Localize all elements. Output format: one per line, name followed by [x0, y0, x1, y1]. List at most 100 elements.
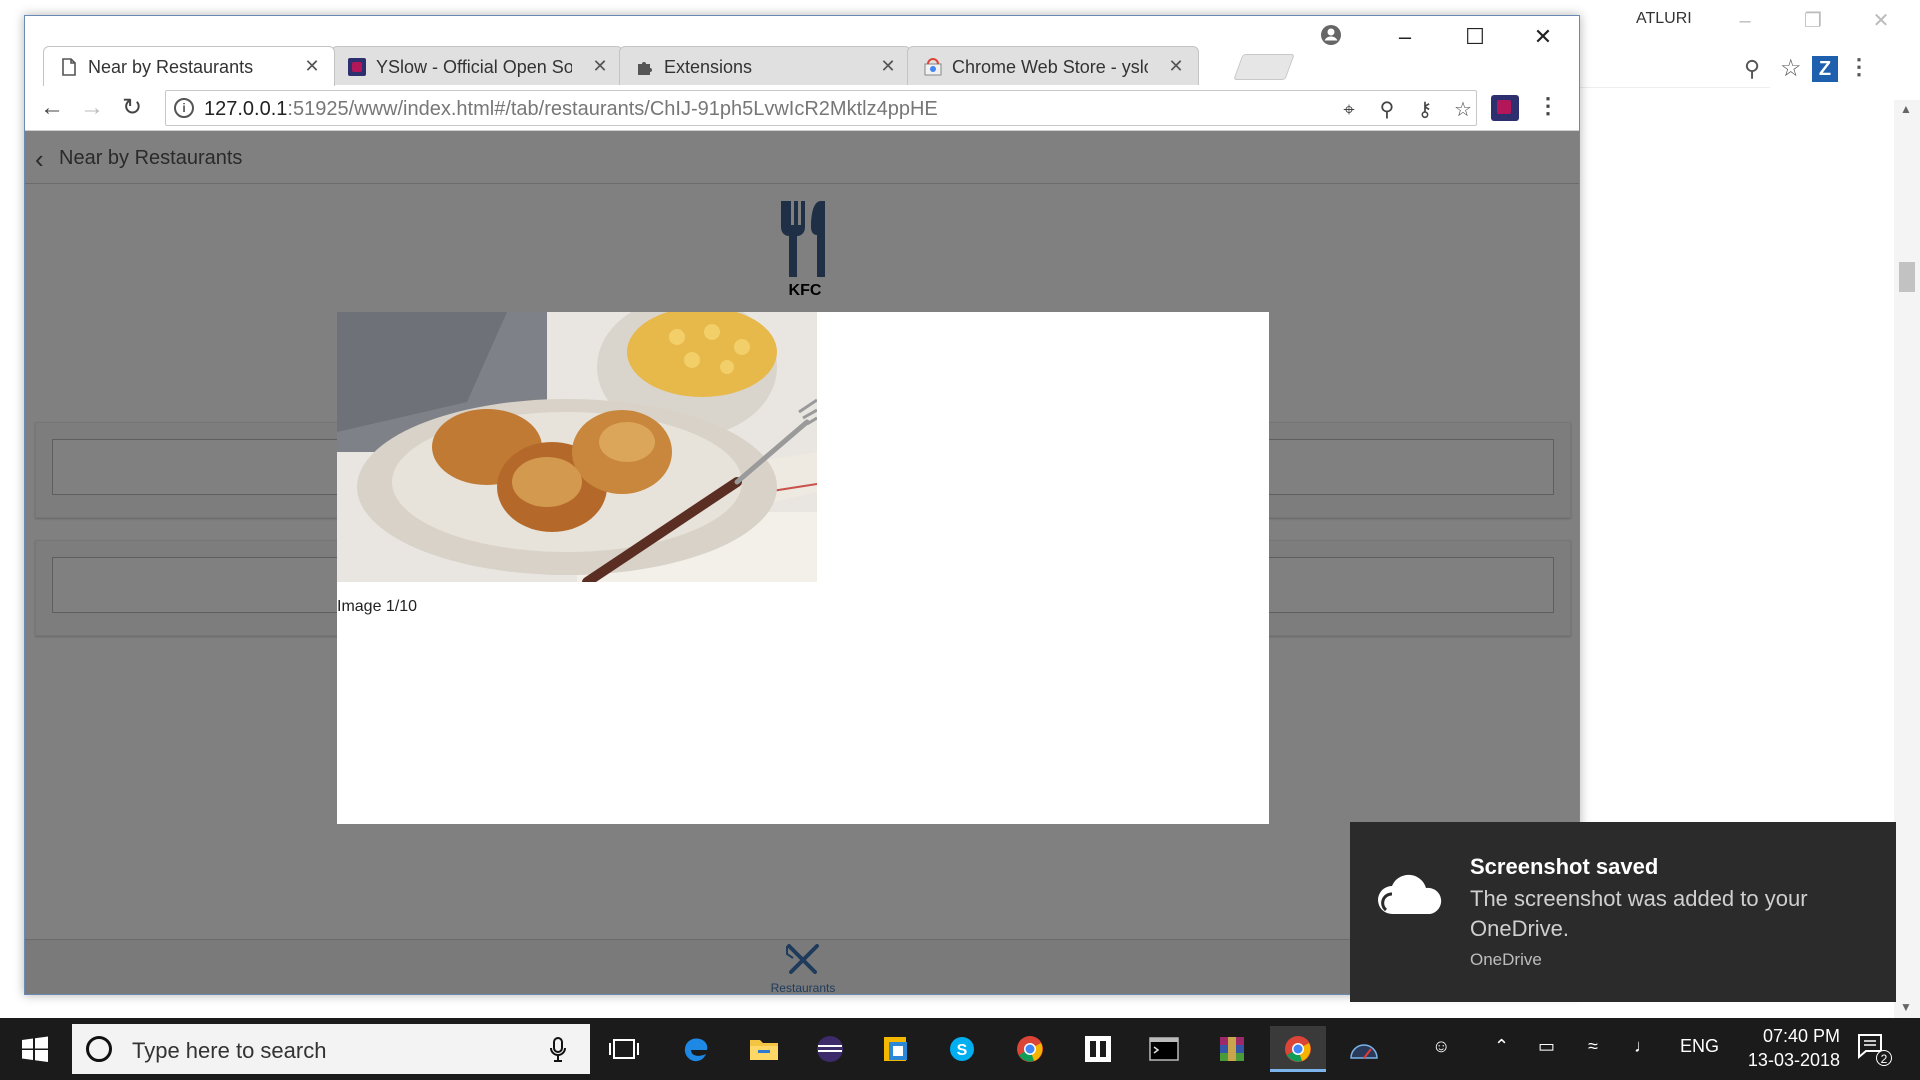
eclipse-icon[interactable] [802, 1026, 858, 1072]
chevron-left-icon[interactable]: ‹ [35, 144, 44, 175]
address-url[interactable]: 127.0.0.1:51925/www/index.html#/tab/rest… [204, 98, 938, 121]
webstore-icon [924, 58, 942, 76]
notification-toast[interactable]: Screenshot saved The screenshot was adde… [1350, 822, 1896, 1002]
clock-time: 07:40 PM [1762, 1026, 1840, 1046]
zoom-icon[interactable]: ⚲ [1744, 56, 1760, 82]
toast-message: The screenshot was added to your OneDriv… [1470, 886, 1808, 941]
address-bar[interactable]: i 127.0.0.1:51925/www/index.html#/tab/re… [165, 90, 1477, 126]
tab-yslow[interactable]: YSlow - Official Open Source ✕ [331, 46, 623, 86]
taskbar-search[interactable]: Type here to search [72, 1024, 590, 1074]
tab-title: Extensions [664, 57, 753, 77]
app-header: ‹ Near by Restaurants [25, 132, 1579, 184]
tab-label: Restaurants [770, 981, 836, 995]
wifi-icon[interactable]: ≈ [1588, 1036, 1598, 1057]
close-icon[interactable]: ✕ [590, 56, 610, 76]
star-icon[interactable]: ☆ [1780, 54, 1802, 83]
notification-count: 2 [1876, 1050, 1892, 1066]
browser-titlebar: Near by Restaurants ✕ YSlow - Official O… [25, 16, 1579, 86]
winrar-icon[interactable] [1204, 1026, 1260, 1072]
tab-extensions[interactable]: Extensions ✕ [619, 46, 911, 86]
windows-start-icon[interactable] [14, 1032, 54, 1066]
language-indicator[interactable]: ENG [1680, 1036, 1719, 1057]
remote-app-icon[interactable] [1070, 1026, 1126, 1072]
tab-title: YSlow - Official Open Source [376, 57, 572, 77]
command-prompt-icon[interactable] [1136, 1026, 1192, 1072]
tab-restaurants[interactable]: Restaurants [749, 944, 857, 994]
tab-bar: Restaurants [25, 939, 1579, 994]
fork-knife-cross-icon [786, 944, 819, 974]
browser-toolbar: ← → ↻ i 127.0.0.1:51925/www/index.html#/… [25, 85, 1579, 131]
task-view-icon[interactable] [596, 1026, 652, 1072]
key-icon[interactable]: ⚷ [1412, 97, 1438, 123]
zoom-out-icon[interactable]: ⚲ [1374, 97, 1400, 123]
menu-dots-icon[interactable]: ⋮ [1535, 93, 1561, 123]
scroll-down-icon[interactable]: ▼ [1900, 1000, 1912, 1014]
star-icon[interactable]: ☆ [1450, 97, 1476, 123]
menu-dots-icon[interactable]: ⋮ [1848, 54, 1870, 80]
chrome-active-icon[interactable] [1270, 1026, 1326, 1072]
file-explorer-icon[interactable] [736, 1026, 792, 1072]
maximize-icon[interactable]: ☐ [1455, 22, 1495, 52]
close-icon[interactable]: ✕ [878, 56, 898, 76]
close-icon[interactable]: ✕ [1166, 56, 1186, 76]
edge-icon[interactable] [668, 1026, 724, 1072]
tab-chrome-web-store[interactable]: Chrome Web Store - yslow ✕ [907, 46, 1199, 86]
background-user-name: ATLURI [1636, 10, 1692, 27]
background-scrollbar[interactable]: ▲ ▼ [1894, 100, 1920, 1018]
search-placeholder: Type here to search [132, 1038, 327, 1063]
skype-icon[interactable]: S [934, 1026, 990, 1072]
chrome-icon[interactable] [1002, 1026, 1058, 1072]
action-center-button[interactable]: 2 [1856, 1032, 1892, 1066]
sticky-app-icon[interactable] [868, 1026, 924, 1072]
forward-arrow-icon[interactable]: → [77, 93, 107, 123]
performance-gauge-icon[interactable] [1336, 1026, 1392, 1072]
toast-source: OneDrive [1470, 950, 1542, 969]
scroll-up-icon[interactable]: ▲ [1900, 102, 1912, 116]
new-tab-button[interactable] [1233, 54, 1295, 80]
page-title[interactable]: Near by Restaurants [59, 147, 242, 170]
tab-title: Chrome Web Store - yslow [952, 57, 1148, 77]
back-arrow-icon[interactable]: ← [37, 93, 67, 123]
restore-icon[interactable]: ❐ [1798, 6, 1828, 36]
image-modal: Image 1/10 [337, 312, 1269, 824]
minimize-icon[interactable]: – [1730, 6, 1760, 36]
tab-near-by-restaurants[interactable]: Near by Restaurants ✕ [43, 46, 335, 86]
background-omnibox[interactable] [1580, 52, 1770, 88]
toast-title: Screenshot saved [1470, 854, 1659, 879]
location-icon[interactable]: ⌖ [1336, 97, 1362, 123]
url-host: 127.0.0.1 [204, 98, 288, 120]
image-counter: Image 1/10 [337, 598, 418, 615]
chevron-up-icon[interactable]: ⌃ [1494, 1036, 1509, 1057]
cortana-icon[interactable] [86, 1036, 112, 1062]
system-clock[interactable]: 07:40 PM 13-03-2018 [1730, 1024, 1840, 1072]
yslow-extension-icon[interactable] [1491, 95, 1519, 121]
restaurant-name: KFC [788, 282, 822, 299]
close-icon[interactable]: ✕ [1866, 6, 1896, 36]
page-icon [60, 58, 78, 76]
info-icon[interactable]: i [174, 98, 194, 118]
cloud-icon [1378, 874, 1442, 914]
tab-title: Near by Restaurants [88, 57, 254, 77]
background-toolbar: ⚲ ☆ Z ⋮ [1580, 52, 1920, 88]
profile-icon[interactable] [1319, 24, 1343, 48]
tab-strip: Near by Restaurants ✕ YSlow - Official O… [43, 46, 1343, 86]
browser-window: Near by Restaurants ✕ YSlow - Official O… [24, 15, 1580, 995]
fork-knife-icon [781, 201, 825, 277]
reload-icon[interactable]: ↻ [117, 93, 147, 123]
url-path: :51925/www/index.html#/tab/restaurants/C… [287, 98, 938, 120]
z-extension-icon[interactable]: Z [1812, 56, 1838, 82]
battery-icon[interactable]: ▭ [1538, 1036, 1555, 1057]
scroll-thumb[interactable] [1899, 262, 1915, 292]
svg-text:S: S [957, 1042, 968, 1059]
yslow-icon [348, 58, 366, 76]
close-icon[interactable]: ✕ [302, 56, 322, 76]
microphone-icon[interactable] [548, 1036, 568, 1064]
minimize-icon[interactable]: – [1385, 22, 1425, 52]
close-icon[interactable]: ✕ [1523, 22, 1563, 52]
speaker-muted-icon[interactable]: ♩ [1634, 1036, 1652, 1057]
food-photo[interactable] [337, 312, 817, 582]
people-icon[interactable]: ☺ [1432, 1036, 1450, 1057]
clock-date: 13-03-2018 [1747, 1050, 1840, 1070]
puzzle-icon [636, 58, 654, 76]
taskbar: Type here to search S ☺ ⌃ ▭ ≈ ♩ ENG 07:4… [0, 1018, 1920, 1080]
